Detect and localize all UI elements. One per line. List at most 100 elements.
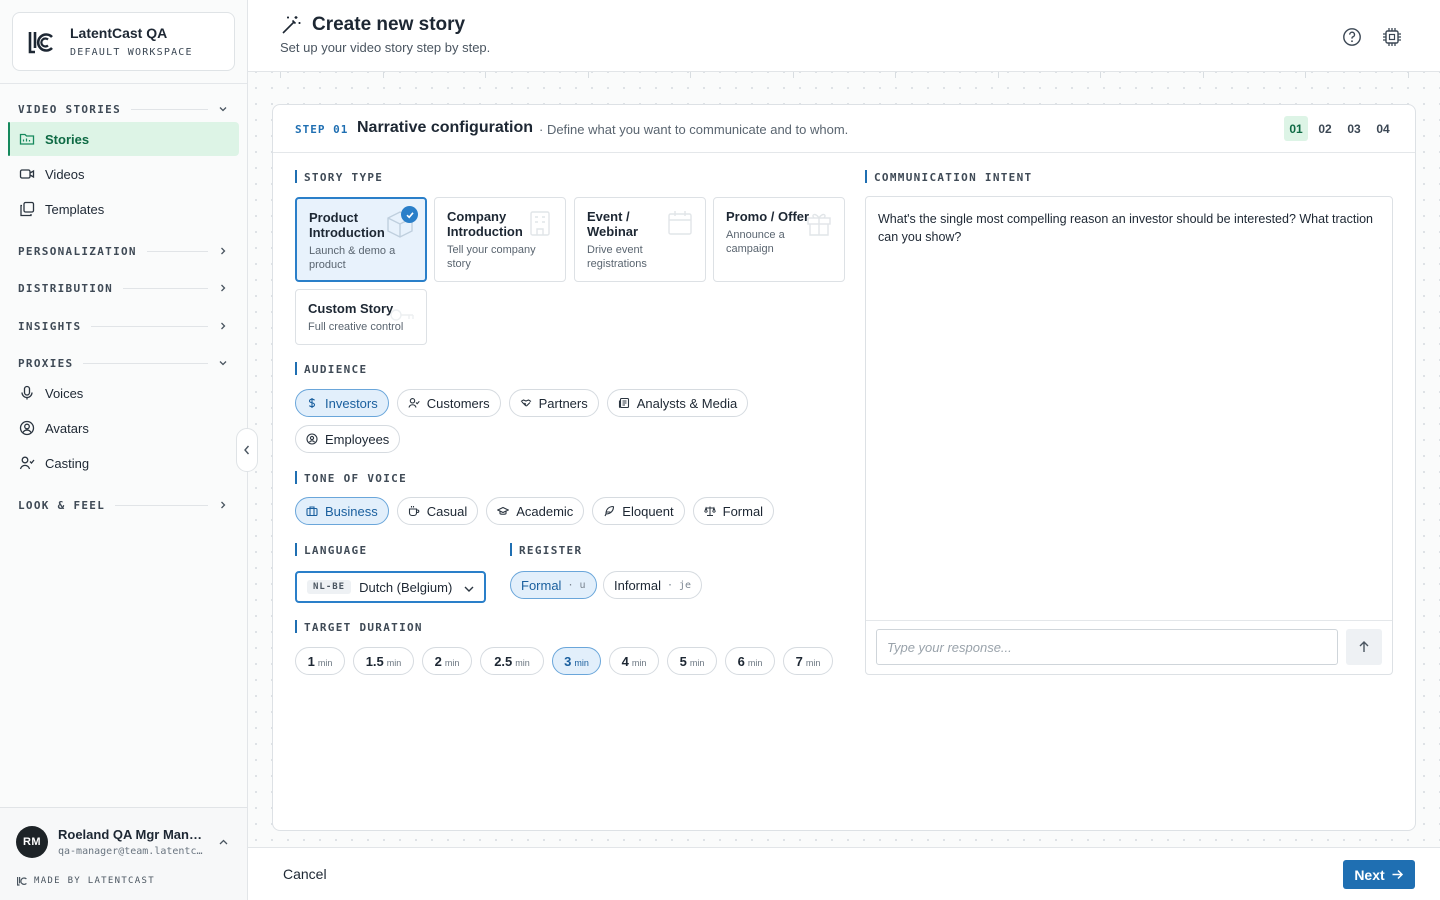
tone-formal[interactable]: Formal <box>692 497 775 525</box>
register-separator: · <box>567 579 574 591</box>
story-type-custom-story[interactable]: Custom Story Full creative control <box>295 289 427 345</box>
step-number-01[interactable]: 01 <box>1284 116 1308 141</box>
intent-question: What's the single most compelling reason… <box>878 212 1374 244</box>
ruler-tick <box>998 72 999 78</box>
user-menu[interactable]: RM Roeland QA Mgr Manager qa-manager@tea… <box>0 807 247 900</box>
section-rule <box>91 325 208 327</box>
duration-5[interactable]: 5 min <box>667 647 717 675</box>
sidebar-item-stories[interactable]: Stories <box>8 122 239 156</box>
section-label: PROXIES <box>18 356 74 370</box>
duration-unit: min <box>747 658 763 668</box>
newspaper-icon <box>618 397 629 409</box>
section-proxies[interactable]: PROXIES <box>18 355 230 371</box>
intent-response-input[interactable] <box>876 629 1338 665</box>
register-informal[interactable]: Informal · je <box>603 571 703 599</box>
tone-business[interactable]: Business <box>295 497 389 525</box>
audience-analysts-media[interactable]: Analysts & Media <box>606 389 749 417</box>
sidebar-item-avatars[interactable]: Avatars <box>8 411 239 445</box>
chip-label: Business <box>325 503 378 519</box>
duration-6[interactable]: 6 min <box>725 647 775 675</box>
ruler-tick <box>1100 72 1101 78</box>
section-look-and-feel[interactable]: LOOK & FEEL <box>18 497 230 513</box>
language-code: NL-BE <box>307 580 352 594</box>
section-label: LOOK & FEEL <box>18 498 106 512</box>
chevron-up-icon <box>219 839 228 845</box>
section-distribution[interactable]: DISTRIBUTION <box>18 280 230 296</box>
ruler-tick <box>895 72 896 78</box>
ruler-tick <box>1305 72 1306 78</box>
audience-options: Investors Customers Partners Analysts & … <box>295 389 855 461</box>
register-option-pronoun: u <box>579 579 586 591</box>
sidebar-item-label: Templates <box>45 202 105 217</box>
duration-7[interactable]: 7 min <box>783 647 833 675</box>
tone-eloquent[interactable]: Eloquent <box>592 497 685 525</box>
sidebar-item-voices[interactable]: Voices <box>8 376 239 410</box>
section-label: VIDEO STORIES <box>18 102 121 116</box>
sidebar-item-label: Videos <box>45 167 85 182</box>
duration-unit: min <box>689 658 705 668</box>
user-check-icon <box>408 398 420 408</box>
section-insights[interactable]: INSIGHTS <box>18 318 230 334</box>
next-label: Next <box>1354 866 1385 883</box>
story-type-title: Promo / Offer <box>726 209 810 224</box>
audience-employees[interactable]: Employees <box>295 425 401 453</box>
workspace-name: LatentCast QA <box>70 25 168 41</box>
section-video-stories[interactable]: VIDEO STORIES <box>18 101 230 117</box>
page-footer: Cancel Next <box>248 847 1440 900</box>
cancel-button[interactable]: Cancel <box>283 866 327 882</box>
progress-ruler <box>248 72 1440 80</box>
section-rule <box>123 287 208 289</box>
duration-unit: min <box>631 658 647 668</box>
story-type-promo-offer[interactable]: Promo / Offer Announce a campaign <box>713 197 845 282</box>
duration-value: 2.5 <box>494 654 513 669</box>
duration-1[interactable]: 1 min <box>295 647 345 675</box>
sidebar-item-templates[interactable]: Templates <box>8 192 239 226</box>
register-formal[interactable]: Formal · u <box>510 571 597 599</box>
tone-academic[interactable]: Academic <box>486 497 585 525</box>
duration-3[interactable]: 3 min <box>552 647 601 675</box>
step-number-02[interactable]: 02 <box>1313 116 1337 141</box>
story-type-company-introduction[interactable]: Company Introduction Tell your company s… <box>434 197 566 282</box>
chevron-down-icon <box>219 107 227 112</box>
audience-partners[interactable]: Partners <box>508 389 599 417</box>
cpu-icon[interactable] <box>1381 26 1403 48</box>
audience-customers[interactable]: Customers <box>396 389 501 417</box>
story-type-event-webinar[interactable]: Event / Webinar Drive event registration… <box>574 197 706 282</box>
story-type-title: Event / Webinar <box>587 209 639 239</box>
language-select[interactable]: NL-BE Dutch (Belgium) <box>295 571 486 603</box>
workspace-switcher[interactable]: LatentCast QA DEFAULT WORKSPACE <box>12 12 235 71</box>
user-email: qa-manager@team.latentcast.com <box>58 846 206 857</box>
chevron-down-icon <box>464 586 474 592</box>
audience-investors[interactable]: Investors <box>295 389 389 417</box>
story-type-product-introduction[interactable]: Product Introduction Launch & demo a pro… <box>295 197 427 282</box>
help-icon[interactable] <box>1342 27 1362 47</box>
story-type-label: STORY TYPE <box>295 170 383 184</box>
story-type-desc: Launch & demo a product <box>309 245 396 271</box>
sidebar-item-casting[interactable]: Casting <box>8 446 239 480</box>
intent-composer <box>866 620 1392 674</box>
chevron-right-icon <box>221 501 226 509</box>
story-type-desc: Drive event registrations <box>587 244 647 270</box>
chip-label: Casual <box>426 503 468 519</box>
send-button[interactable] <box>1346 629 1382 665</box>
video-icon <box>19 169 35 179</box>
tone-casual[interactable]: Casual <box>396 497 479 525</box>
collapse-sidebar-button[interactable] <box>236 428 258 472</box>
duration-2[interactable]: 2 min <box>422 647 472 675</box>
sidebar-item-videos[interactable]: Videos <box>8 157 239 191</box>
next-button[interactable]: Next <box>1343 860 1415 889</box>
duration-unit: min <box>444 658 460 668</box>
story-type-desc: Announce a campaign <box>726 229 785 255</box>
duration-unit: min <box>515 658 530 668</box>
scale-icon <box>703 506 716 516</box>
duration-4[interactable]: 4 min <box>609 647 659 675</box>
sidebar-divider <box>0 83 247 84</box>
section-personalization[interactable]: PERSONALIZATION <box>18 243 230 259</box>
duration-2-5[interactable]: 2.5 min <box>480 647 544 675</box>
step-number-03[interactable]: 03 <box>1342 116 1366 141</box>
step-number-04[interactable]: 04 <box>1371 116 1395 141</box>
section-label: DISTRIBUTION <box>18 281 114 295</box>
duration-1-5[interactable]: 1.5 min <box>353 647 414 675</box>
section-label: INSIGHTS <box>18 319 82 333</box>
magic-wand-icon <box>282 16 301 34</box>
